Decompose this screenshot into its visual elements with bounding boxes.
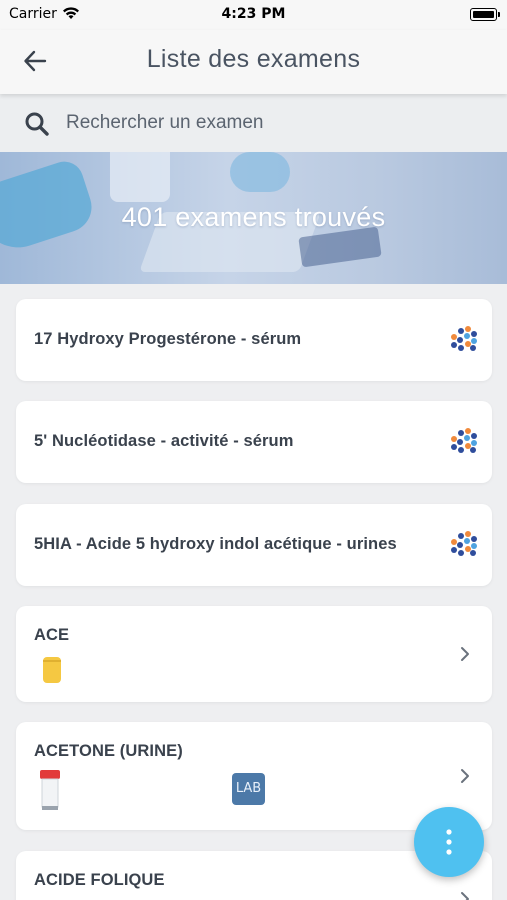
- exam-label: ACIDE FOLIQUE: [34, 871, 165, 889]
- exam-item[interactable]: ACETONE (URINE) LAB: [16, 722, 492, 830]
- exam-label: ACE: [34, 626, 70, 644]
- results-count: 401 examens trouvés: [121, 202, 386, 232]
- navigation-bar: Liste des examens: [0, 30, 507, 94]
- search-icon: [25, 112, 49, 136]
- exam-item[interactable]: 5' Nucléotidase - activité - sérum: [16, 401, 492, 483]
- exam-label: 5HIA - Acide 5 hydroxy indol acétique - …: [34, 535, 397, 553]
- exam-label: 17 Hydroxy Progestérone - sérum: [34, 330, 302, 348]
- exam-label: ACETONE (URINE): [34, 742, 183, 760]
- chevron-right-icon: [461, 647, 469, 661]
- exam-item[interactable]: 5HIA - Acide 5 hydroxy indol acétique - …: [16, 504, 492, 586]
- more-options-button[interactable]: [414, 807, 484, 877]
- results-banner: 401 examens trouvés: [0, 152, 507, 284]
- battery-icon: [470, 8, 500, 21]
- chevron-right-icon: [461, 892, 469, 900]
- kebab-menu-icon: [446, 829, 452, 855]
- dots-logo-icon: [451, 531, 477, 556]
- search-bar[interactable]: [0, 94, 507, 152]
- search-input[interactable]: [66, 108, 466, 138]
- chevron-right-icon: [461, 769, 469, 783]
- banner-microscope-image: [110, 152, 170, 202]
- exam-item[interactable]: ACE: [16, 606, 492, 702]
- lab-badge: LAB: [232, 773, 265, 805]
- exam-item[interactable]: 17 Hydroxy Progestérone - sérum: [16, 299, 492, 381]
- yellow-tube-icon: [43, 657, 61, 683]
- red-cap-tube-icon: [40, 770, 60, 810]
- clock: 4:23 PM: [221, 6, 286, 22]
- status-bar: Carrier 4:23 PM: [0, 0, 507, 30]
- exam-label: 5' Nucléotidase - activité - sérum: [34, 432, 294, 450]
- page-title: Liste des examens: [146, 45, 361, 73]
- dots-logo-icon: [451, 428, 477, 453]
- banner-glove-right-image: [230, 152, 290, 192]
- dots-logo-icon: [451, 326, 477, 351]
